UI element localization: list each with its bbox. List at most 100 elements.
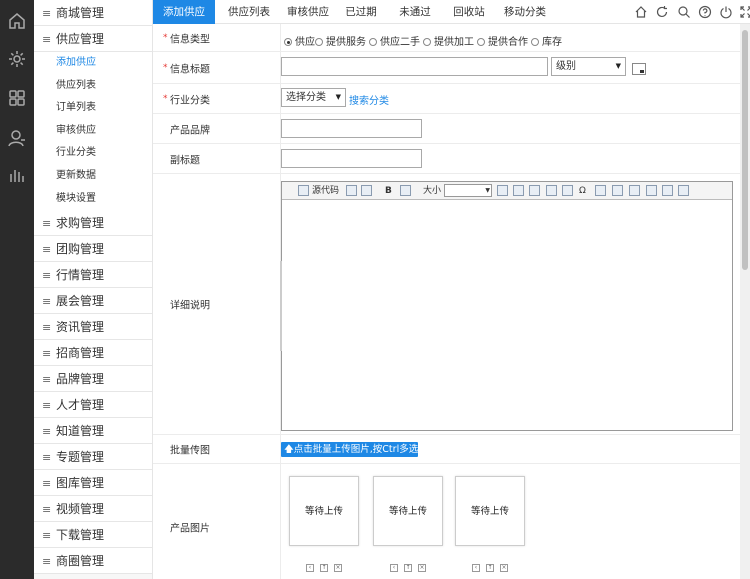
image-slot-2[interactable]: 等待上传 xyxy=(373,476,443,546)
radio-supply[interactable]: 供应 xyxy=(284,33,315,48)
align-left-icon[interactable] xyxy=(595,185,606,196)
brand-input[interactable] xyxy=(281,119,422,138)
title-color-picker[interactable] xyxy=(632,63,646,75)
tab-supply-list[interactable]: 供应列表 xyxy=(219,0,279,24)
move-left-icon[interactable]: ‹ xyxy=(472,564,480,572)
sidebar-group-gallery[interactable]: ≡ 图库管理 xyxy=(34,470,152,497)
menu-lines-icon: ≡ xyxy=(42,399,52,413)
tab-rejected[interactable]: 未通过 xyxy=(393,0,437,24)
sidebar-group-mall[interactable]: ≡ 商城管理 xyxy=(34,0,152,26)
level-select[interactable]: 级别 ▼ xyxy=(551,57,626,76)
rich-text-editor[interactable]: 源代码 B 大小 ▼ Ω xyxy=(280,181,733,431)
link-icon[interactable] xyxy=(497,185,508,196)
radio-cooperation[interactable]: 提供合作 xyxy=(477,33,528,48)
image-slot-1[interactable]: 等待上传 xyxy=(289,476,359,546)
page-scrollbar[interactable] xyxy=(740,24,750,579)
align-center-icon[interactable] xyxy=(612,185,623,196)
horizontal-rule-icon[interactable] xyxy=(562,185,573,196)
category-select[interactable]: 选择分类 ▼ xyxy=(281,88,346,107)
sidebar-group-topics[interactable]: ≡ 专题管理 xyxy=(34,444,152,471)
title-input[interactable] xyxy=(281,57,548,76)
eraser-icon[interactable] xyxy=(646,185,657,196)
special-char-icon[interactable]: Ω xyxy=(579,185,586,197)
sidebar-group-purchase[interactable]: ≡ 求购管理 xyxy=(34,210,152,237)
sidebar-group-business-circle[interactable]: ≡ 商圈管理 xyxy=(34,548,152,575)
move-left-icon[interactable]: ‹ xyxy=(306,564,314,572)
align-right-icon[interactable] xyxy=(629,185,640,196)
sidebar-item-order-list[interactable]: 订单列表 xyxy=(34,97,152,120)
font-size-select[interactable]: ▼ xyxy=(444,184,492,197)
tab-add-supply[interactable]: 添加供应 xyxy=(153,0,215,24)
product-images-label: 产品图片 xyxy=(170,523,210,534)
source-code-icon[interactable] xyxy=(298,185,309,196)
upload-icon[interactable]: ↑ xyxy=(404,564,412,572)
tab-recycle-bin[interactable]: 回收站 xyxy=(447,0,491,24)
sidebar-group-talent[interactable]: ≡ 人才管理 xyxy=(34,392,152,419)
font-color-icon[interactable] xyxy=(400,185,411,196)
sidebar-group-news[interactable]: ≡ 资讯管理 xyxy=(34,314,152,341)
menu-lines-icon: ≡ xyxy=(42,347,52,361)
sidebar-item-add-supply[interactable]: 添加供应 xyxy=(34,52,152,75)
radio-dot xyxy=(477,38,485,46)
menu-lines-icon: ≡ xyxy=(42,529,52,543)
tab-move-category[interactable]: 移动分类 xyxy=(501,0,549,24)
sidebar-group-video[interactable]: ≡ 视频管理 xyxy=(34,496,152,523)
table-icon[interactable] xyxy=(546,185,557,196)
delete-icon[interactable]: × xyxy=(418,564,426,572)
sidebar-item-supply-list[interactable]: 供应列表 xyxy=(34,75,152,98)
source-code-button[interactable]: 源代码 xyxy=(312,185,339,197)
paste-icon[interactable] xyxy=(361,185,372,196)
sidebar-item-industry-category[interactable]: 行业分类 xyxy=(34,142,152,165)
subtitle-input[interactable] xyxy=(281,149,422,168)
editor-body[interactable] xyxy=(280,201,732,430)
radio-second-hand[interactable]: 供应二手 xyxy=(369,33,420,48)
add-supply-form: * 信息类型 供应 提供服务 供应二手 提供加工 提供合作 库存 * 信息标题 级别… xyxy=(153,24,750,579)
delete-icon[interactable]: × xyxy=(500,564,508,572)
refresh-icon[interactable] xyxy=(655,5,669,19)
radio-processing[interactable]: 提供加工 xyxy=(423,33,474,48)
sidebar-group-download[interactable]: ≡ 下载管理 xyxy=(34,522,152,549)
sidebar-group-groupbuy[interactable]: ≡ 团购管理 xyxy=(34,236,152,263)
batch-upload-button[interactable]: 🡅点击批量上传图片,按Ctrl多选 xyxy=(281,442,418,457)
sidebar-item-review-supply[interactable]: 审核供应 xyxy=(34,120,152,143)
sidebar-group-expo[interactable]: ≡ 展会管理 xyxy=(34,288,152,315)
grid-icon[interactable] xyxy=(7,88,27,108)
editor-toolbar: 源代码 B 大小 ▼ Ω xyxy=(282,182,732,200)
search-icon[interactable] xyxy=(677,5,691,19)
help-icon[interactable] xyxy=(698,5,712,19)
sidebar-item-module-settings[interactable]: 模块设置 xyxy=(34,188,152,211)
sidebar-group-investment[interactable]: ≡ 招商管理 xyxy=(34,340,152,367)
sidebar-item-update-data[interactable]: 更新数据 xyxy=(34,165,152,188)
bold-button[interactable]: B xyxy=(385,185,392,197)
image-icon[interactable] xyxy=(529,185,540,196)
radio-provide-service[interactable]: 提供服务 xyxy=(315,33,366,48)
tab-expired[interactable]: 已过期 xyxy=(339,0,383,24)
home-icon[interactable] xyxy=(7,11,27,31)
power-icon[interactable] xyxy=(719,5,733,19)
editor-resize-handle[interactable] xyxy=(280,261,282,351)
required-mark: * xyxy=(163,62,168,73)
maximize-icon[interactable] xyxy=(678,185,689,196)
user-icon[interactable] xyxy=(7,128,27,148)
sidebar-group-brand[interactable]: ≡ 品牌管理 xyxy=(34,366,152,393)
delete-icon[interactable]: × xyxy=(334,564,342,572)
attachment-icon[interactable] xyxy=(662,185,673,196)
upload-icon[interactable]: ↑ xyxy=(486,564,494,572)
move-left-icon[interactable]: ‹ xyxy=(390,564,398,572)
radio-stock[interactable]: 库存 xyxy=(531,33,562,48)
sidebar-group-supply[interactable]: ≡ 供应管理 xyxy=(34,26,152,52)
row-batch-upload: 批量传图 🡅点击批量上传图片,按Ctrl多选 xyxy=(153,435,740,464)
scrollbar-thumb[interactable] xyxy=(742,30,748,270)
sidebar-group-quotes[interactable]: ≡ 行情管理 xyxy=(34,262,152,289)
search-category-link[interactable]: 搜索分类 xyxy=(349,92,389,107)
image-slot-3[interactable]: 等待上传 xyxy=(455,476,525,546)
unlink-icon[interactable] xyxy=(513,185,524,196)
fullscreen-icon[interactable] xyxy=(739,5,750,19)
home-icon[interactable] xyxy=(634,5,648,19)
tab-review-supply[interactable]: 审核供应 xyxy=(281,0,335,24)
copy-icon[interactable] xyxy=(346,185,357,196)
gear-icon[interactable] xyxy=(7,49,27,69)
sidebar-group-knowledge[interactable]: ≡ 知道管理 xyxy=(34,418,152,445)
stats-icon[interactable] xyxy=(7,166,27,186)
upload-icon[interactable]: ↑ xyxy=(320,564,328,572)
